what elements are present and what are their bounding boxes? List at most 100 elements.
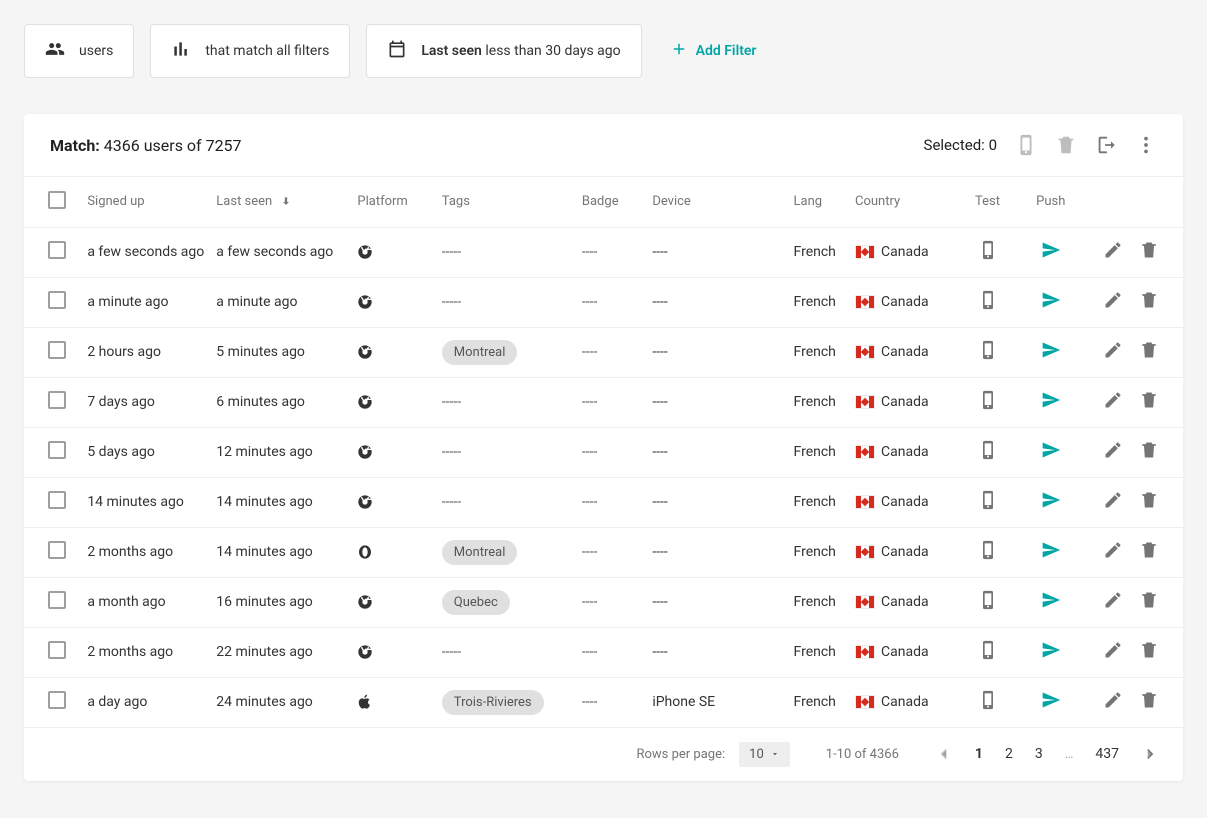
send-push-button[interactable] xyxy=(1041,348,1061,364)
action-delete-button[interactable] xyxy=(1055,134,1077,156)
rows-per-page-select[interactable]: 10 xyxy=(739,742,790,767)
action-more-button[interactable] xyxy=(1135,134,1157,156)
test-device-button[interactable] xyxy=(978,448,998,464)
col-country[interactable]: Country xyxy=(849,177,957,227)
send-push-button[interactable] xyxy=(1041,298,1061,314)
delete-button[interactable] xyxy=(1139,240,1159,264)
table-row[interactable]: 5 days ago 12 minutes ago ----- ---- ---… xyxy=(24,427,1183,477)
table-row[interactable]: 2 months ago 14 minutes ago Montreal ---… xyxy=(24,527,1183,577)
table-row[interactable]: 2 months ago 22 minutes ago ----- ---- -… xyxy=(24,627,1183,677)
pager-next-button[interactable] xyxy=(1141,745,1159,763)
send-push-button[interactable] xyxy=(1041,398,1061,414)
cell-tags: ----- xyxy=(436,627,576,677)
cell-lang: French xyxy=(788,227,849,277)
table-row[interactable]: 2 hours ago 5 minutes ago Montreal ---- … xyxy=(24,327,1183,377)
edit-button[interactable] xyxy=(1103,490,1123,514)
table-row[interactable]: a few seconds ago a few seconds ago ----… xyxy=(24,227,1183,277)
add-filter-button[interactable]: Add Filter xyxy=(658,26,769,76)
test-device-button[interactable] xyxy=(978,298,998,314)
test-device-button[interactable] xyxy=(978,248,998,264)
row-checkbox[interactable] xyxy=(48,641,66,659)
edit-button[interactable] xyxy=(1103,640,1123,664)
filter-match-mode-card[interactable]: that match all filters xyxy=(150,24,350,78)
edit-button[interactable] xyxy=(1103,440,1123,464)
test-device-button[interactable] xyxy=(978,698,998,714)
test-device-button[interactable] xyxy=(978,648,998,664)
edit-button[interactable] xyxy=(1103,290,1123,314)
row-checkbox[interactable] xyxy=(48,441,66,459)
filter-users-card[interactable]: users xyxy=(24,24,134,78)
row-checkbox[interactable] xyxy=(48,491,66,509)
delete-button[interactable] xyxy=(1139,690,1159,714)
edit-button[interactable] xyxy=(1103,340,1123,364)
cell-signed-up: 2 months ago xyxy=(81,527,210,577)
delete-button[interactable] xyxy=(1139,290,1159,314)
edit-button[interactable] xyxy=(1103,540,1123,564)
filter-active-card[interactable]: Last seen less than 30 days ago xyxy=(366,24,641,78)
pager-page-3[interactable]: 3 xyxy=(1035,746,1043,762)
delete-button[interactable] xyxy=(1139,440,1159,464)
col-badge[interactable]: Badge xyxy=(576,177,646,227)
table-row[interactable]: 7 days ago 6 minutes ago ----- ---- ----… xyxy=(24,377,1183,427)
test-device-button[interactable] xyxy=(978,548,998,564)
pager-prev-button[interactable] xyxy=(935,745,953,763)
row-checkbox[interactable] xyxy=(48,241,66,259)
select-all-checkbox[interactable] xyxy=(48,191,66,209)
send-push-button[interactable] xyxy=(1041,248,1061,264)
row-checkbox[interactable] xyxy=(48,291,66,309)
delete-button[interactable] xyxy=(1139,590,1159,614)
edit-button[interactable] xyxy=(1103,690,1123,714)
test-device-button[interactable] xyxy=(978,598,998,614)
delete-button[interactable] xyxy=(1139,340,1159,364)
table-row[interactable]: a month ago 16 minutes ago Quebec ---- -… xyxy=(24,577,1183,627)
send-push-button[interactable] xyxy=(1041,698,1061,714)
edit-button[interactable] xyxy=(1103,590,1123,614)
pager-page-1[interactable]: 1 xyxy=(975,746,983,762)
pager-page-2[interactable]: 2 xyxy=(1005,746,1013,762)
row-checkbox[interactable] xyxy=(48,541,66,559)
test-device-button[interactable] xyxy=(978,498,998,514)
col-lang[interactable]: Lang xyxy=(788,177,849,227)
test-device-button[interactable] xyxy=(978,398,998,414)
cell-country: Canada xyxy=(849,427,957,477)
cell-tags: ----- xyxy=(436,427,576,477)
action-export-button[interactable] xyxy=(1095,134,1117,156)
canada-flag-icon xyxy=(855,295,875,309)
col-tags[interactable]: Tags xyxy=(436,177,576,227)
tag-chip[interactable]: Quebec xyxy=(442,590,510,615)
send-push-button[interactable] xyxy=(1041,548,1061,564)
cell-device: ---- xyxy=(646,527,787,577)
tag-chip[interactable]: Montreal xyxy=(442,340,518,365)
col-test[interactable]: Test xyxy=(957,177,1017,227)
delete-button[interactable] xyxy=(1139,540,1159,564)
action-test-device-button[interactable] xyxy=(1015,134,1037,156)
send-push-button[interactable] xyxy=(1041,448,1061,464)
edit-button[interactable] xyxy=(1103,390,1123,414)
test-device-button[interactable] xyxy=(978,348,998,364)
send-push-button[interactable] xyxy=(1041,648,1061,664)
delete-button[interactable] xyxy=(1139,490,1159,514)
col-device[interactable]: Device xyxy=(646,177,787,227)
col-platform[interactable]: Platform xyxy=(351,177,435,227)
tag-chip[interactable]: Montreal xyxy=(442,540,518,565)
col-signed-up[interactable]: Signed up xyxy=(81,177,210,227)
cell-signed-up: a month ago xyxy=(81,577,210,627)
edit-button[interactable] xyxy=(1103,240,1123,264)
table-row[interactable]: a day ago 24 minutes ago Trois-Rivieres … xyxy=(24,677,1183,727)
row-checkbox[interactable] xyxy=(48,591,66,609)
match-info: Match: 4366 users of 7257 xyxy=(50,136,242,155)
table-row[interactable]: a minute ago a minute ago ----- ---- ---… xyxy=(24,277,1183,327)
table-row[interactable]: 14 minutes ago 14 minutes ago ----- ----… xyxy=(24,477,1183,527)
row-checkbox[interactable] xyxy=(48,691,66,709)
send-push-button[interactable] xyxy=(1041,498,1061,514)
col-push[interactable]: Push xyxy=(1018,177,1084,227)
row-checkbox[interactable] xyxy=(48,391,66,409)
delete-button[interactable] xyxy=(1139,390,1159,414)
tag-chip[interactable]: Trois-Rivieres xyxy=(442,690,544,715)
pager-last-page[interactable]: 437 xyxy=(1095,746,1119,762)
col-last-seen[interactable]: Last seen xyxy=(210,177,351,227)
send-push-button[interactable] xyxy=(1041,598,1061,614)
row-checkbox[interactable] xyxy=(48,341,66,359)
delete-button[interactable] xyxy=(1139,640,1159,664)
selected-count: 0 xyxy=(989,136,997,154)
